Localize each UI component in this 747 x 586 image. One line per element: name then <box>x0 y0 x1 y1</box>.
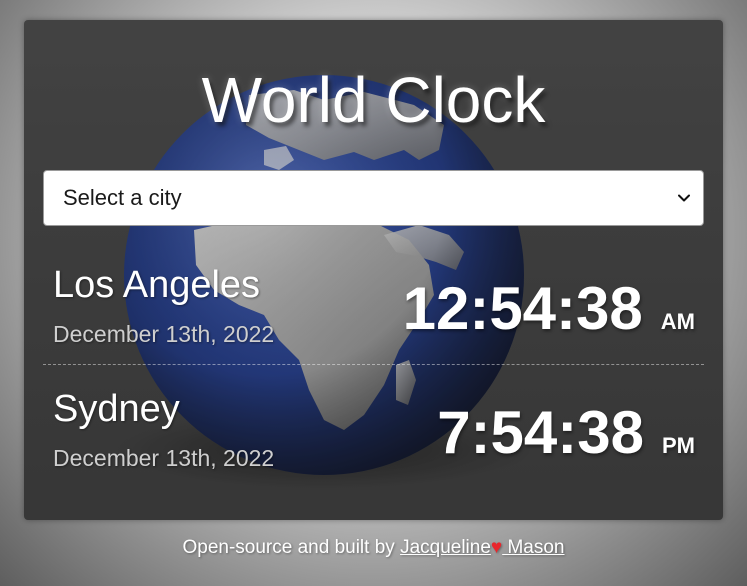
city-time: 12:54:38 AM <box>403 274 695 344</box>
time-value: 7:54:38 <box>437 399 644 466</box>
footer-text: Open-source and built by <box>182 537 401 558</box>
chevron-down-icon <box>677 191 691 205</box>
world-clock-card: World Clock Select a city Los Angeles De… <box>24 20 723 520</box>
city-date: December 13th, 2022 <box>53 321 275 347</box>
city-select-value: Select a city <box>63 185 182 210</box>
author-link[interactable]: Jacqueline♥ Mason <box>400 537 564 558</box>
page-title: World Clock <box>201 64 546 136</box>
city-select[interactable]: Select a city <box>43 170 704 226</box>
am-pm-label: PM <box>662 433 695 458</box>
time-value: 12:54:38 <box>402 275 643 342</box>
city-date: December 13th, 2022 <box>53 445 275 471</box>
city-name: Sydney <box>53 388 180 430</box>
city-row-sydney: Sydney December 13th, 2022 7:54:38 PM <box>43 364 704 488</box>
city-name: Los Angeles <box>53 264 261 306</box>
city-row-los-angeles: Los Angeles December 13th, 2022 12:54:38… <box>43 240 704 365</box>
author-last-name: Mason <box>502 537 565 558</box>
author-first-name: Jacqueline <box>400 537 491 558</box>
heart-icon: ♥ <box>490 537 503 558</box>
am-pm-label: AM <box>660 309 695 334</box>
city-time: 7:54:38 PM <box>437 398 695 468</box>
footer: Open-source and built by Jacqueline♥ Mas… <box>0 536 747 560</box>
